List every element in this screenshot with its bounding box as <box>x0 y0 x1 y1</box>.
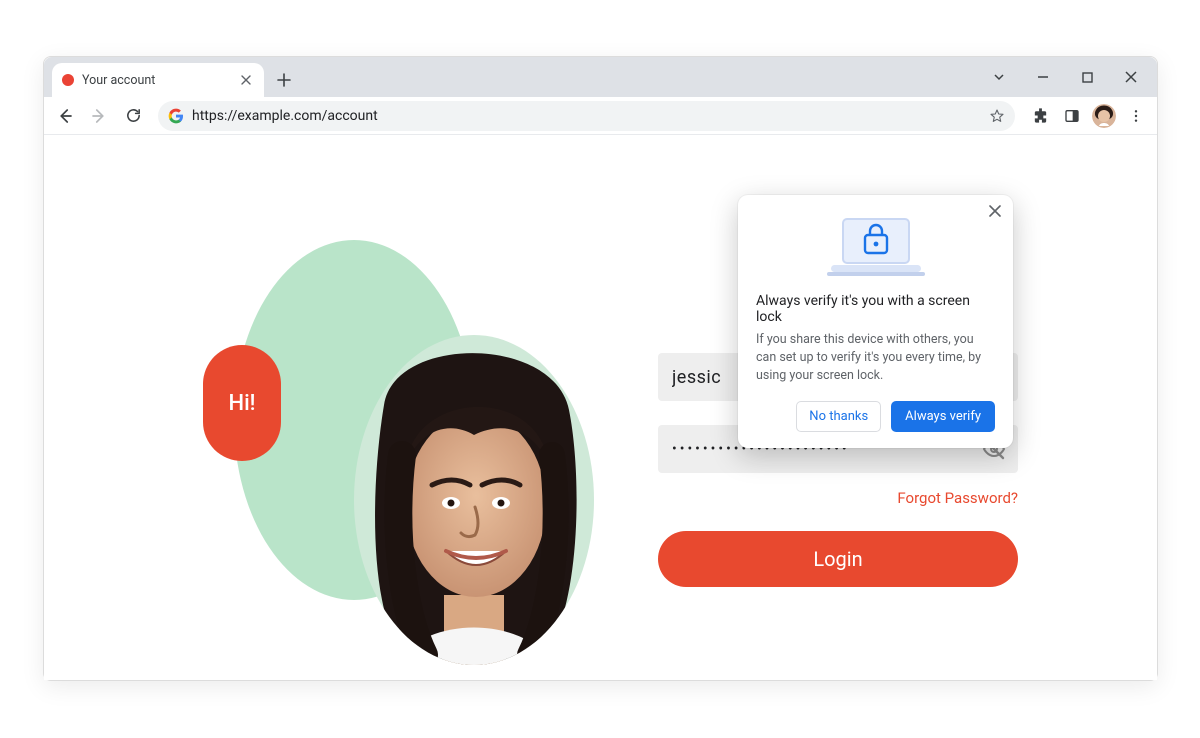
always-verify-button[interactable]: Always verify <box>891 401 995 432</box>
login-button[interactable]: Login <box>658 531 1018 587</box>
tab-close-icon[interactable] <box>238 72 254 88</box>
popup-body: If you share this device with others, yo… <box>756 331 995 385</box>
caret-down-icon[interactable] <box>977 57 1021 97</box>
address-bar[interactable] <box>158 101 1015 131</box>
bookmark-star-icon[interactable] <box>989 108 1005 124</box>
kebab-menu-icon[interactable] <box>1121 101 1151 131</box>
greeting-bubble: Hi! <box>203 345 281 461</box>
new-tab-button[interactable] <box>270 66 298 94</box>
browser-window: Your account <box>43 56 1158 681</box>
favicon <box>62 74 74 86</box>
toolbar <box>44 97 1157 135</box>
reload-button[interactable] <box>118 101 148 131</box>
profile-avatar[interactable] <box>1089 101 1119 131</box>
popup-actions: No thanks Always verify <box>756 401 995 432</box>
minimize-button[interactable] <box>1021 57 1065 97</box>
greeting-text: Hi! <box>228 391 255 416</box>
window-controls <box>977 57 1153 97</box>
screen-lock-popup: Always verify it's you with a screen loc… <box>738 195 1013 448</box>
forgot-password-link[interactable]: Forgot Password? <box>658 489 1018 507</box>
window-close-button[interactable] <box>1109 57 1153 97</box>
maximize-button[interactable] <box>1065 57 1109 97</box>
back-button[interactable] <box>50 101 80 131</box>
site-info-icon[interactable] <box>168 108 184 124</box>
extensions-icon[interactable] <box>1025 101 1055 131</box>
side-panel-icon[interactable] <box>1057 101 1087 131</box>
browser-tab[interactable]: Your account <box>52 63 264 97</box>
no-thanks-button[interactable]: No thanks <box>796 401 881 432</box>
tab-title: Your account <box>82 73 230 88</box>
titlebar: Your account <box>44 57 1157 97</box>
toolbar-right <box>1025 101 1151 131</box>
page-viewport: Hi! <box>44 135 1157 680</box>
url-input[interactable] <box>192 108 981 124</box>
hero-avatar <box>354 335 594 665</box>
lock-laptop-icon <box>756 209 995 293</box>
forward-button[interactable] <box>84 101 114 131</box>
popup-title: Always verify it's you with a screen loc… <box>756 293 995 325</box>
popup-close-icon[interactable] <box>989 205 1001 217</box>
